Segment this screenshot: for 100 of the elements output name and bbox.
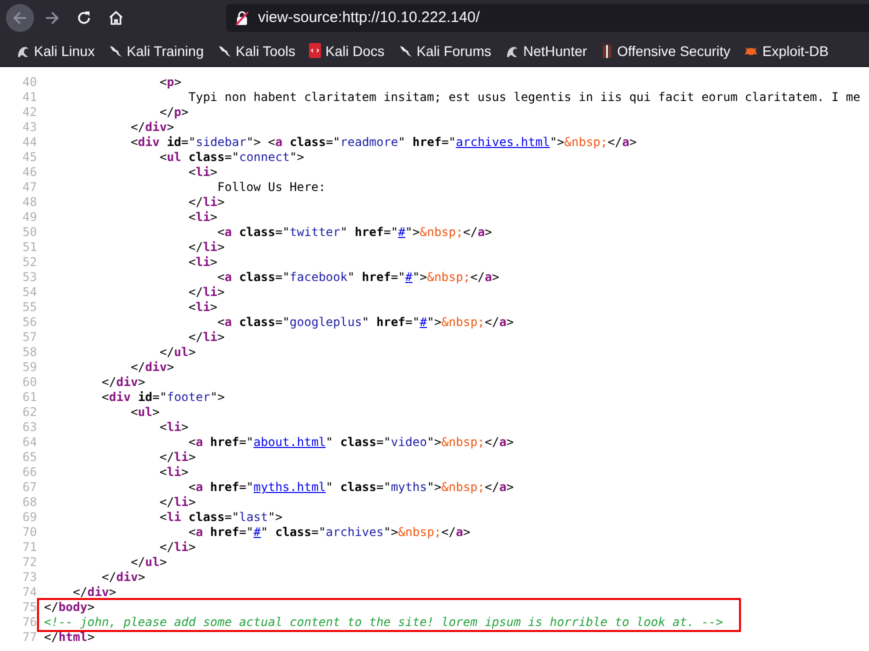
- code-line: </li>: [158, 540, 196, 555]
- code-line: <div id="footer">: [100, 390, 225, 405]
- code-line: <div id="sidebar"> <a class="readmore" href="archives.html">&nbsp;</a>: [130, 135, 637, 150]
- line-number: 62: [22, 405, 37, 420]
- source-link[interactable]: myths.html: [254, 480, 326, 494]
- code-line: </div>: [100, 375, 146, 390]
- source-link[interactable]: #: [398, 225, 406, 239]
- bookmark-link[interactable]: Offensive Security: [597, 40, 734, 62]
- line-number: 76: [22, 615, 37, 630]
- bookmark-link[interactable]: Kali Docs: [305, 40, 389, 62]
- address-field[interactable]: view-source:http://10.10.222.140/: [226, 4, 869, 32]
- code-line: <a class="twitter" href="#">&nbsp;</a>: [216, 225, 492, 240]
- code-line: </ul>: [130, 555, 167, 570]
- code-line: <p>: [158, 75, 182, 90]
- reload-icon: [75, 8, 93, 26]
- code-line: <!-- john, please add some actual content to the site! lorem ipsum is horrible to look at. -->: [44, 615, 724, 630]
- code-line: </div>: [100, 570, 146, 585]
- line-number: 54: [22, 285, 37, 300]
- blade-icon: [108, 44, 123, 58]
- code-line: <a href="about.html" class="video">&nbsp;</a>: [187, 435, 514, 450]
- line-number: 42: [22, 105, 37, 120]
- source-link[interactable]: #: [254, 525, 261, 539]
- bookmark-link[interactable]: Kali Forums: [394, 40, 496, 62]
- line-number: 59: [22, 360, 37, 375]
- code-line: <li>: [187, 300, 218, 315]
- bookmark-link[interactable]: NetHunter: [501, 40, 592, 62]
- bookmark-link[interactable]: Kali Training: [104, 40, 208, 62]
- line-number: 40: [22, 75, 37, 90]
- code-line: <a class="googleplus" href="#">&nbsp;</a>: [216, 315, 514, 330]
- code-line: <li>: [187, 210, 218, 225]
- code-line: <ul class="connect">: [158, 150, 304, 165]
- line-number: 71: [22, 540, 37, 555]
- code-line: </div>: [130, 120, 174, 135]
- bookmark-link[interactable]: Kali Linux: [12, 40, 99, 62]
- code-line: <li>: [187, 255, 218, 270]
- line-number: 70: [22, 525, 37, 540]
- line-number: 55: [22, 300, 37, 315]
- line-number: 60: [22, 375, 37, 390]
- blade-icon: [398, 44, 413, 58]
- code-line: <a href="myths.html" class="myths">&nbsp;</a>: [187, 480, 514, 495]
- code-line: <li>: [158, 420, 189, 435]
- home-icon: [107, 8, 125, 26]
- line-number: 69: [22, 510, 37, 525]
- line-number: 52: [22, 255, 37, 270]
- code-line: <li>: [158, 465, 189, 480]
- line-number: 51: [22, 240, 37, 255]
- code-line: <ul>: [130, 405, 160, 420]
- figure-icon: [601, 42, 614, 58]
- code-line: <a href="#" class="archives">&nbsp;</a>: [187, 525, 470, 540]
- line-number: 66: [22, 465, 37, 480]
- code-line: </ul>: [158, 345, 196, 360]
- source-link[interactable]: archives.html: [456, 135, 550, 149]
- line-number: 72: [22, 555, 37, 570]
- line-number: 56: [22, 315, 37, 330]
- line-number: 43: [22, 120, 37, 135]
- back-button[interactable]: [6, 4, 34, 32]
- code-line: Follow Us Here:: [216, 180, 326, 195]
- line-number: 67: [22, 480, 37, 495]
- line-number: 77: [22, 630, 37, 645]
- line-number: 44: [22, 135, 37, 150]
- bookmark-link[interactable]: Kali Tools: [214, 40, 300, 62]
- code-line: </html>: [43, 630, 95, 645]
- line-number: 50: [22, 225, 37, 240]
- code-line: </body>: [44, 600, 96, 615]
- code-line: </li>: [187, 285, 225, 300]
- line-number: 57: [22, 330, 37, 345]
- code-line: <a class="facebook" href="#">&nbsp;</a>: [216, 270, 500, 285]
- line-number: 73: [22, 570, 37, 585]
- line-number: 74: [22, 585, 37, 600]
- line-number: 41: [22, 90, 37, 105]
- line-number: 58: [22, 345, 37, 360]
- bookmark-link[interactable]: Exploit-DB: [740, 40, 833, 62]
- line-number: 61: [22, 390, 37, 405]
- source-link[interactable]: about.html: [254, 435, 326, 449]
- line-number: 46: [22, 165, 37, 180]
- line-number: 75: [22, 600, 37, 615]
- line-number: 64: [22, 435, 37, 450]
- line-number: 53: [22, 270, 37, 285]
- line-number: 45: [22, 150, 37, 165]
- code-line: </li>: [187, 330, 225, 345]
- line-number: 65: [22, 450, 37, 465]
- line-number: 47: [22, 180, 37, 195]
- source-link[interactable]: #: [420, 315, 427, 329]
- code-line: </p>: [158, 105, 189, 120]
- line-number: 63: [22, 420, 37, 435]
- source-link[interactable]: #: [405, 270, 413, 284]
- code-line: </li>: [187, 240, 225, 255]
- code-line: </li>: [158, 495, 196, 510]
- insecure-lock-icon: [234, 10, 250, 26]
- code-line: Typi non habent claritatem insitam; est usus legentis in iis qui facit eorum claritatem. I me: [187, 90, 860, 105]
- code-line: <li>: [187, 165, 218, 180]
- bug-icon: [744, 44, 758, 56]
- code-line: </div>: [72, 585, 116, 600]
- line-number: 68: [22, 495, 37, 510]
- code-line: </li>: [187, 195, 225, 210]
- line-number: 49: [22, 210, 37, 225]
- code-line: </li>: [158, 450, 196, 465]
- code-line: </div>: [130, 360, 174, 375]
- line-number: 48: [22, 195, 37, 210]
- blade-icon: [218, 44, 232, 58]
